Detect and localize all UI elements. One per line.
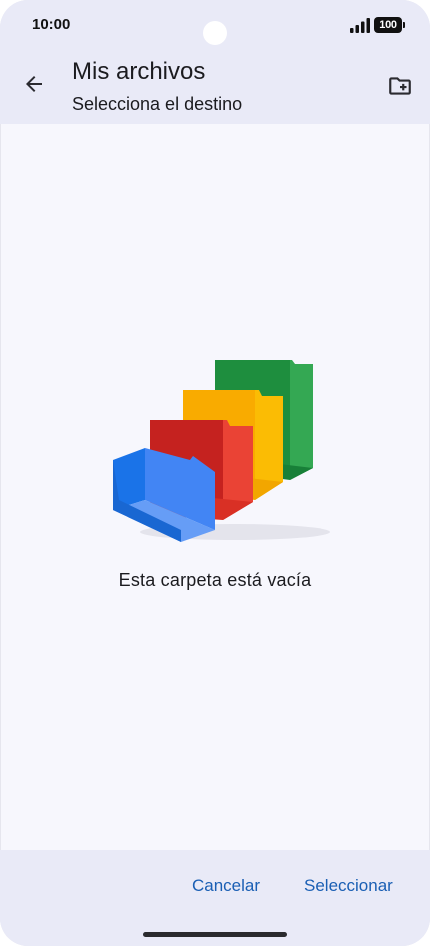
empty-folders-illustration (113, 360, 330, 542)
blue-folder-shape (113, 448, 215, 542)
app-bar: Mis archivos Selecciona el destino (0, 52, 430, 124)
battery-icon: 100 (374, 17, 405, 33)
arrow-back-icon (26, 76, 42, 92)
back-button[interactable] (16, 66, 52, 102)
cancel-button[interactable]: Cancelar (192, 876, 260, 896)
status-bar: 10:00 100 (0, 0, 430, 52)
create-new-folder-icon (389, 77, 411, 95)
new-folder-button[interactable] (382, 68, 418, 104)
phone-screen: 10:00 100 Mis archivos Selecciona el des… (0, 0, 430, 946)
camera-cutout (203, 21, 227, 45)
page-subtitle: Selecciona el destino (72, 94, 243, 114)
signal-icon (350, 18, 370, 33)
page-title: Mis archivos (72, 58, 206, 85)
home-indicator[interactable] (143, 932, 287, 937)
status-time: 10:00 (32, 16, 71, 33)
battery-level: 100 (379, 19, 397, 31)
select-button[interactable]: Seleccionar (304, 876, 393, 896)
empty-folder-message: Esta carpeta está vacía (118, 570, 312, 590)
